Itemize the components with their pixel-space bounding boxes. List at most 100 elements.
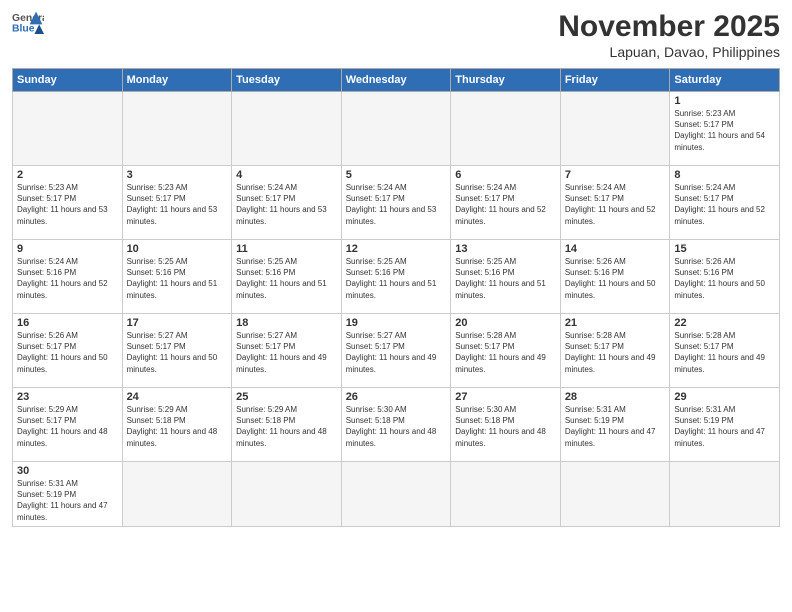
cell-info: Sunrise: 5:29 AMSunset: 5:18 PMDaylight:… bbox=[236, 404, 337, 449]
cell-info: Sunrise: 5:28 AMSunset: 5:17 PMDaylight:… bbox=[455, 330, 556, 375]
calendar-cell: 8Sunrise: 5:24 AMSunset: 5:17 PMDaylight… bbox=[670, 166, 780, 240]
calendar-cell bbox=[232, 462, 342, 527]
cell-info: Sunrise: 5:29 AMSunset: 5:18 PMDaylight:… bbox=[127, 404, 228, 449]
calendar-cell: 30Sunrise: 5:31 AMSunset: 5:19 PMDayligh… bbox=[13, 462, 123, 527]
day-number: 16 bbox=[17, 317, 118, 329]
calendar-cell: 12Sunrise: 5:25 AMSunset: 5:16 PMDayligh… bbox=[341, 240, 451, 314]
header-wednesday: Wednesday bbox=[341, 69, 451, 92]
calendar-cell: 7Sunrise: 5:24 AMSunset: 5:17 PMDaylight… bbox=[560, 166, 670, 240]
location: Lapuan, Davao, Philippines bbox=[558, 44, 780, 60]
calendar-cell bbox=[341, 92, 451, 166]
calendar-cell bbox=[341, 462, 451, 527]
calendar-cell: 21Sunrise: 5:28 AMSunset: 5:17 PMDayligh… bbox=[560, 314, 670, 388]
cell-info: Sunrise: 5:28 AMSunset: 5:17 PMDaylight:… bbox=[565, 330, 666, 375]
cell-info: Sunrise: 5:24 AMSunset: 5:17 PMDaylight:… bbox=[236, 182, 337, 227]
calendar-cell bbox=[122, 462, 232, 527]
cell-info: Sunrise: 5:23 AMSunset: 5:17 PMDaylight:… bbox=[127, 182, 228, 227]
day-number: 10 bbox=[127, 243, 228, 255]
calendar-cell bbox=[670, 462, 780, 527]
calendar-cell: 15Sunrise: 5:26 AMSunset: 5:16 PMDayligh… bbox=[670, 240, 780, 314]
calendar-cell: 22Sunrise: 5:28 AMSunset: 5:17 PMDayligh… bbox=[670, 314, 780, 388]
day-number: 29 bbox=[674, 391, 775, 403]
header-thursday: Thursday bbox=[451, 69, 561, 92]
day-number: 27 bbox=[455, 391, 556, 403]
day-number: 11 bbox=[236, 243, 337, 255]
page-header: General Blue November 2025 Lapuan, Davao… bbox=[12, 10, 780, 60]
cell-info: Sunrise: 5:29 AMSunset: 5:17 PMDaylight:… bbox=[17, 404, 118, 449]
calendar-cell: 11Sunrise: 5:25 AMSunset: 5:16 PMDayligh… bbox=[232, 240, 342, 314]
calendar-week-3: 9Sunrise: 5:24 AMSunset: 5:16 PMDaylight… bbox=[13, 240, 780, 314]
calendar-cell: 1Sunrise: 5:23 AMSunset: 5:17 PMDaylight… bbox=[670, 92, 780, 166]
calendar-cell: 4Sunrise: 5:24 AMSunset: 5:17 PMDaylight… bbox=[232, 166, 342, 240]
calendar-cell: 9Sunrise: 5:24 AMSunset: 5:16 PMDaylight… bbox=[13, 240, 123, 314]
calendar-cell: 3Sunrise: 5:23 AMSunset: 5:17 PMDaylight… bbox=[122, 166, 232, 240]
calendar-week-4: 16Sunrise: 5:26 AMSunset: 5:17 PMDayligh… bbox=[13, 314, 780, 388]
day-number: 5 bbox=[346, 169, 447, 181]
calendar-cell: 10Sunrise: 5:25 AMSunset: 5:16 PMDayligh… bbox=[122, 240, 232, 314]
day-number: 17 bbox=[127, 317, 228, 329]
calendar-cell: 16Sunrise: 5:26 AMSunset: 5:17 PMDayligh… bbox=[13, 314, 123, 388]
day-number: 12 bbox=[346, 243, 447, 255]
svg-text:Blue: Blue bbox=[12, 24, 35, 35]
day-number: 20 bbox=[455, 317, 556, 329]
cell-info: Sunrise: 5:26 AMSunset: 5:16 PMDaylight:… bbox=[565, 256, 666, 301]
cell-info: Sunrise: 5:25 AMSunset: 5:16 PMDaylight:… bbox=[236, 256, 337, 301]
day-number: 28 bbox=[565, 391, 666, 403]
calendar-cell: 23Sunrise: 5:29 AMSunset: 5:17 PMDayligh… bbox=[13, 388, 123, 462]
calendar-cell: 25Sunrise: 5:29 AMSunset: 5:18 PMDayligh… bbox=[232, 388, 342, 462]
cell-info: Sunrise: 5:24 AMSunset: 5:16 PMDaylight:… bbox=[17, 256, 118, 301]
calendar-cell bbox=[13, 92, 123, 166]
day-number: 2 bbox=[17, 169, 118, 181]
day-number: 18 bbox=[236, 317, 337, 329]
cell-info: Sunrise: 5:28 AMSunset: 5:17 PMDaylight:… bbox=[674, 330, 775, 375]
calendar-cell: 2Sunrise: 5:23 AMSunset: 5:17 PMDaylight… bbox=[13, 166, 123, 240]
cell-info: Sunrise: 5:24 AMSunset: 5:17 PMDaylight:… bbox=[674, 182, 775, 227]
title-block: November 2025 Lapuan, Davao, Philippines bbox=[558, 10, 780, 60]
day-number: 19 bbox=[346, 317, 447, 329]
day-number: 21 bbox=[565, 317, 666, 329]
calendar-cell: 28Sunrise: 5:31 AMSunset: 5:19 PMDayligh… bbox=[560, 388, 670, 462]
calendar-week-6: 30Sunrise: 5:31 AMSunset: 5:19 PMDayligh… bbox=[13, 462, 780, 527]
cell-info: Sunrise: 5:24 AMSunset: 5:17 PMDaylight:… bbox=[346, 182, 447, 227]
header-saturday: Saturday bbox=[670, 69, 780, 92]
header-tuesday: Tuesday bbox=[232, 69, 342, 92]
header-monday: Monday bbox=[122, 69, 232, 92]
day-number: 22 bbox=[674, 317, 775, 329]
header-sunday: Sunday bbox=[13, 69, 123, 92]
calendar-cell: 29Sunrise: 5:31 AMSunset: 5:19 PMDayligh… bbox=[670, 388, 780, 462]
cell-info: Sunrise: 5:23 AMSunset: 5:17 PMDaylight:… bbox=[17, 182, 118, 227]
day-number: 3 bbox=[127, 169, 228, 181]
logo-icon: General Blue bbox=[12, 10, 44, 38]
calendar-cell: 20Sunrise: 5:28 AMSunset: 5:17 PMDayligh… bbox=[451, 314, 561, 388]
calendar-cell: 5Sunrise: 5:24 AMSunset: 5:17 PMDaylight… bbox=[341, 166, 451, 240]
day-number: 8 bbox=[674, 169, 775, 181]
calendar-cell bbox=[451, 92, 561, 166]
calendar-cell: 14Sunrise: 5:26 AMSunset: 5:16 PMDayligh… bbox=[560, 240, 670, 314]
calendar-week-1: 1Sunrise: 5:23 AMSunset: 5:17 PMDaylight… bbox=[13, 92, 780, 166]
cell-info: Sunrise: 5:25 AMSunset: 5:16 PMDaylight:… bbox=[455, 256, 556, 301]
calendar-cell: 6Sunrise: 5:24 AMSunset: 5:17 PMDaylight… bbox=[451, 166, 561, 240]
calendar-header-row: SundayMondayTuesdayWednesdayThursdayFrid… bbox=[13, 69, 780, 92]
calendar-cell: 27Sunrise: 5:30 AMSunset: 5:18 PMDayligh… bbox=[451, 388, 561, 462]
cell-info: Sunrise: 5:24 AMSunset: 5:17 PMDaylight:… bbox=[565, 182, 666, 227]
day-number: 15 bbox=[674, 243, 775, 255]
day-number: 1 bbox=[674, 95, 775, 107]
day-number: 13 bbox=[455, 243, 556, 255]
calendar-cell bbox=[560, 462, 670, 527]
calendar-cell bbox=[232, 92, 342, 166]
day-number: 4 bbox=[236, 169, 337, 181]
calendar-cell: 24Sunrise: 5:29 AMSunset: 5:18 PMDayligh… bbox=[122, 388, 232, 462]
logo: General Blue bbox=[12, 10, 44, 38]
calendar-cell: 26Sunrise: 5:30 AMSunset: 5:18 PMDayligh… bbox=[341, 388, 451, 462]
day-number: 24 bbox=[127, 391, 228, 403]
cell-info: Sunrise: 5:23 AMSunset: 5:17 PMDaylight:… bbox=[674, 108, 775, 153]
calendar-cell: 18Sunrise: 5:27 AMSunset: 5:17 PMDayligh… bbox=[232, 314, 342, 388]
cell-info: Sunrise: 5:27 AMSunset: 5:17 PMDaylight:… bbox=[127, 330, 228, 375]
day-number: 25 bbox=[236, 391, 337, 403]
calendar-cell: 13Sunrise: 5:25 AMSunset: 5:16 PMDayligh… bbox=[451, 240, 561, 314]
calendar-cell bbox=[560, 92, 670, 166]
cell-info: Sunrise: 5:31 AMSunset: 5:19 PMDaylight:… bbox=[674, 404, 775, 449]
header-friday: Friday bbox=[560, 69, 670, 92]
cell-info: Sunrise: 5:24 AMSunset: 5:17 PMDaylight:… bbox=[455, 182, 556, 227]
day-number: 30 bbox=[17, 465, 118, 477]
